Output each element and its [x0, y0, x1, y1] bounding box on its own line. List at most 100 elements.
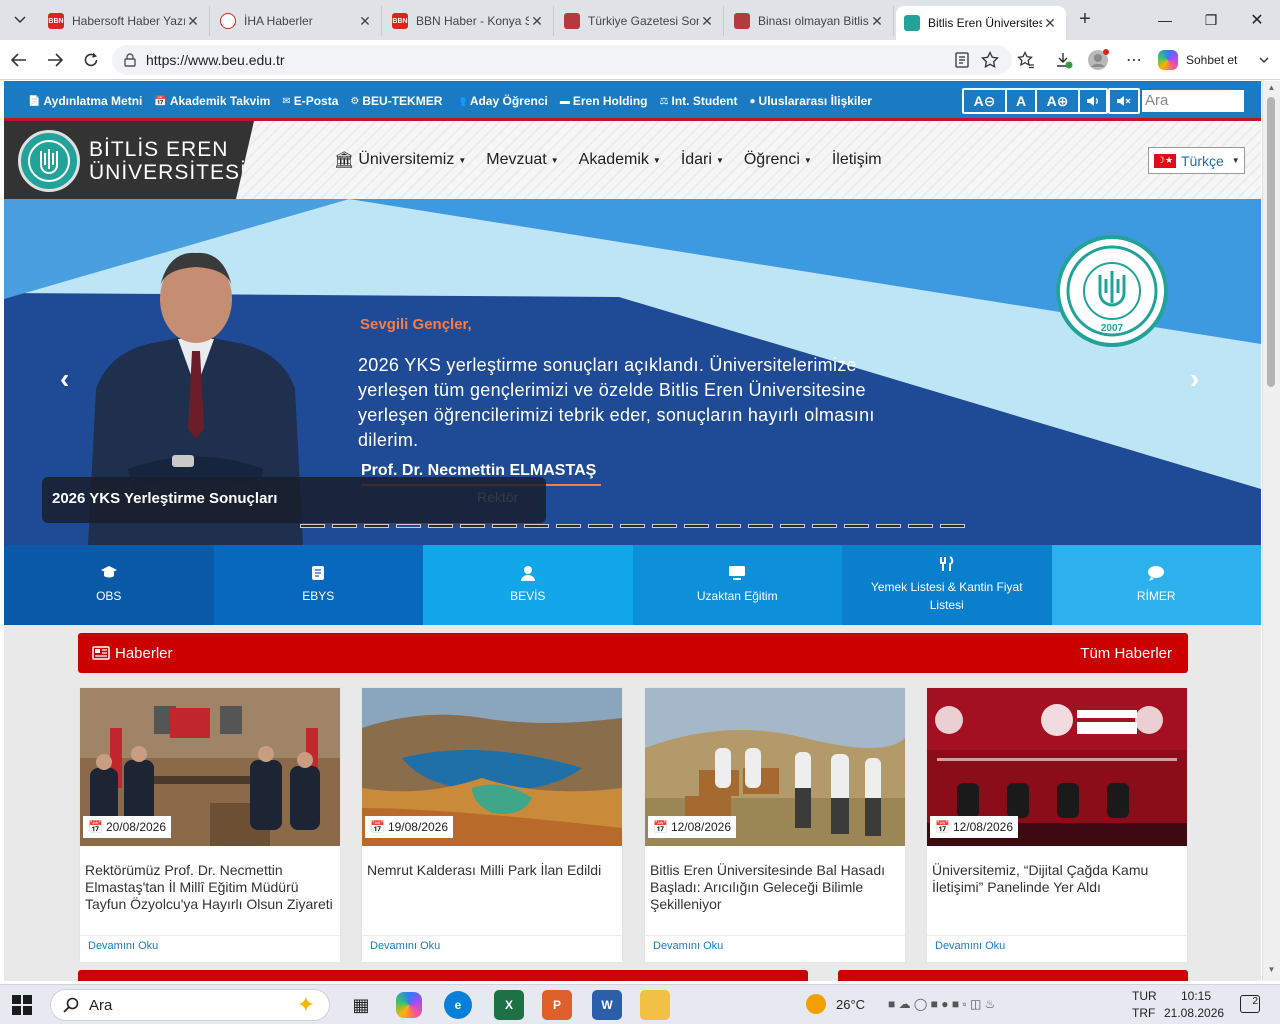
browser-tab[interactable]: BBN BBN Haber - Konya Sı ✕	[384, 6, 554, 36]
scroll-up-icon[interactable]: ▲	[1263, 83, 1280, 92]
task-view-icon[interactable]: ▦	[346, 990, 376, 1020]
quick-link-1[interactable]: EBYS	[213, 545, 423, 625]
page-scrollbar[interactable]: ▲ ▼	[1262, 81, 1280, 981]
word-icon[interactable]: W	[592, 990, 622, 1020]
toplink-6[interactable]: ⚖ Int. Student	[660, 94, 738, 108]
url-bar[interactable]: https://www.beu.edu.tr	[112, 45, 1012, 75]
refresh-button[interactable]	[78, 48, 104, 72]
toplink-1[interactable]: 📅 Akademik Takvim	[154, 94, 270, 108]
quick-link-4[interactable]: Yemek Listesi & Kantin Fiyat Listesi	[842, 545, 1052, 625]
slide-dot[interactable]	[716, 524, 741, 528]
slide-dot[interactable]	[684, 524, 709, 528]
profile-avatar-icon[interactable]	[1086, 49, 1110, 71]
close-tab-icon[interactable]: ✕	[185, 13, 201, 30]
slide-dot[interactable]	[428, 524, 453, 528]
news-card[interactable]: 📅 20/08/2026 Rektörümüz Prof. Dr. Necmetti…	[79, 687, 341, 963]
slide-dot[interactable]	[780, 524, 805, 528]
nav-item-5[interactable]: İletişim	[832, 150, 882, 170]
quick-link-2[interactable]: BEVİS	[423, 545, 633, 625]
news-card[interactable]: 📅 12/08/2026 Bitlis Eren Üniversitesinde B…	[644, 687, 906, 963]
news-image[interactable]: 📅 12/08/2026	[927, 688, 1187, 846]
news-card[interactable]: 📅 12/08/2026 Üniversitemiz, “Dijital Çağda…	[926, 687, 1188, 963]
site-search-input[interactable]: Ara	[1142, 90, 1244, 112]
news-title[interactable]: Bitlis Eren Üniversitesinde Bal Hasadı B…	[645, 846, 905, 932]
copilot-taskbar-icon[interactable]	[396, 992, 422, 1018]
font-decrease-button[interactable]: A ⊖	[962, 88, 1007, 114]
excel-icon[interactable]: X	[494, 990, 524, 1020]
close-tab-icon[interactable]: ✕	[357, 13, 373, 30]
quick-link-3[interactable]: Uzaktan Eğitim	[632, 545, 842, 625]
slide-dot[interactable]	[524, 524, 549, 528]
back-button[interactable]	[6, 48, 32, 72]
nav-item-3[interactable]: İdari ▼	[681, 150, 724, 170]
news-card[interactable]: 📅 19/08/2026 Nemrut Kalderası Milli Park İ…	[361, 687, 623, 963]
close-tab-icon[interactable]: ✕	[869, 13, 885, 30]
scroll-down-icon[interactable]: ▼	[1263, 965, 1280, 974]
start-button[interactable]	[12, 995, 32, 1015]
toplink-4[interactable]: 👥 Aday Öğrenci	[454, 94, 547, 108]
toplink-2[interactable]: ✉ E-Posta	[282, 94, 338, 108]
favorites-icon[interactable]	[1014, 49, 1038, 71]
clock-date[interactable]: 21.08.2026	[1164, 1006, 1224, 1020]
slide-dot[interactable]	[908, 524, 933, 528]
news-image[interactable]: 📅 12/08/2026	[645, 688, 905, 846]
toplink-3[interactable]: ⚙ BEU-TEKMER	[350, 94, 442, 108]
news-title[interactable]: Nemrut Kalderası Milli Park İlan Edildi	[362, 846, 622, 932]
favorite-star-icon[interactable]	[978, 49, 1002, 71]
tab-list-button[interactable]	[6, 6, 34, 34]
slide-dot[interactable]	[396, 524, 421, 528]
edge-browser-icon[interactable]: e	[444, 991, 472, 1019]
close-tab-icon[interactable]: ✕	[1042, 15, 1058, 32]
forward-button[interactable]	[42, 48, 68, 72]
slide-dot[interactable]	[652, 524, 677, 528]
news-image[interactable]: 📅 20/08/2026	[80, 688, 340, 846]
input-language[interactable]: TUR	[1132, 989, 1157, 1003]
slide-dot[interactable]	[332, 524, 357, 528]
font-increase-button[interactable]: A ⊕	[1035, 88, 1080, 114]
news-image[interactable]: 📅 19/08/2026	[362, 688, 622, 846]
read-more-link[interactable]: Devamını Oku	[653, 940, 723, 952]
news-title[interactable]: Üniversitemiz, “Dijital Çağda Kamu İleti…	[927, 846, 1187, 932]
system-tray-icons[interactable]: ■ ☁ ◯ ■ ● ■ ▫ ◫ ♨	[888, 997, 995, 1011]
new-tab-button[interactable]: +	[1072, 8, 1098, 32]
university-logo[interactable]: BİTLİS EREN ÜNİVERSİTESİ	[4, 121, 254, 199]
font-normal-button[interactable]: A	[1005, 88, 1037, 114]
browser-tab[interactable]: BBN Habersoft Haber Yazı ✕	[40, 6, 210, 36]
all-news-link[interactable]: Tüm Haberler	[1080, 645, 1172, 662]
slide-dot[interactable]	[460, 524, 485, 528]
browser-tab[interactable]: Bitlis Eren Üniversites ✕	[896, 6, 1066, 40]
speak-button[interactable]	[1078, 88, 1108, 114]
nav-item-1[interactable]: Mevzuat ▼	[486, 150, 558, 170]
toplink-5[interactable]: ▬ Eren Holding	[560, 94, 648, 108]
input-layout[interactable]: TRF	[1132, 1006, 1155, 1020]
taskbar-search-input[interactable]: Ara ✦	[50, 989, 330, 1021]
slide-dot[interactable]	[812, 524, 837, 528]
weather-temp[interactable]: 26°C	[836, 997, 865, 1012]
notification-icon[interactable]: 2	[1240, 995, 1260, 1013]
browser-tab[interactable]: Binası olmayan Bitlis ✕	[726, 6, 894, 36]
read-more-link[interactable]: Devamını Oku	[88, 940, 158, 952]
slide-prev-arrow[interactable]: ‹	[60, 363, 69, 395]
read-more-link[interactable]: Devamını Oku	[370, 940, 440, 952]
quick-link-0[interactable]: OBS	[4, 545, 214, 625]
copilot-chat-button[interactable]: Sohbet et	[1158, 46, 1258, 74]
slide-dot[interactable]	[844, 524, 869, 528]
close-tab-icon[interactable]: ✕	[699, 13, 715, 30]
language-select[interactable]: ☽★ Türkçe ▼	[1148, 147, 1245, 174]
slide-dot[interactable]	[748, 524, 773, 528]
file-explorer-icon[interactable]	[640, 990, 670, 1020]
powerpoint-icon[interactable]: P	[542, 990, 572, 1020]
toplink-7[interactable]: ● Uluslararası İlişkiler	[749, 94, 871, 108]
slide-dot[interactable]	[876, 524, 901, 528]
close-window-button[interactable]: ✕	[1234, 0, 1280, 40]
slide-next-arrow[interactable]: ›	[1190, 363, 1199, 395]
weather-icon[interactable]	[806, 994, 826, 1014]
nav-item-4[interactable]: Öğrenci ▼	[744, 150, 812, 170]
nav-item-2[interactable]: Akademik ▼	[579, 150, 661, 170]
restore-button[interactable]: ❐	[1188, 0, 1234, 40]
quick-link-5[interactable]: RİMER	[1051, 545, 1261, 625]
more-options-icon[interactable]: ⋯	[1122, 49, 1146, 71]
slide-dot[interactable]	[620, 524, 645, 528]
scroll-thumb[interactable]	[1267, 97, 1275, 387]
slide-dot[interactable]	[492, 524, 517, 528]
